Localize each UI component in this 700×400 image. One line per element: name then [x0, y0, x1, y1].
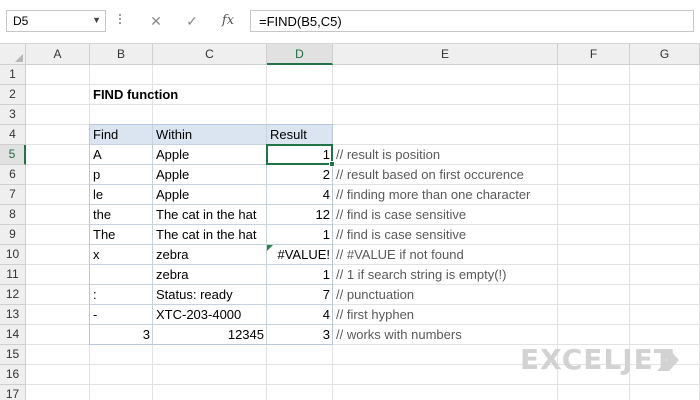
insert-function-icon[interactable]: fx — [216, 10, 240, 32]
cell-result[interactable]: 7 — [267, 285, 333, 305]
row-header-8[interactable]: 8 — [0, 205, 26, 225]
error-indicator-icon — [267, 245, 273, 251]
cell-within[interactable]: zebra — [153, 265, 267, 285]
row-header-3[interactable]: 3 — [0, 105, 26, 125]
chevron-down-icon[interactable]: ▼ — [92, 15, 101, 25]
exceljet-logo: EXCELJET — [520, 343, 674, 376]
cell-comment[interactable]: // find is case sensitive — [333, 225, 673, 245]
cell-within[interactable]: The cat in the hat — [153, 205, 267, 225]
cell-comment[interactable]: // 1 if search string is empty(!) — [333, 265, 673, 285]
cell-comment[interactable]: // works with numbers — [333, 325, 673, 345]
name-box[interactable]: D5 ▼ — [6, 10, 106, 32]
sheet-title: FIND function — [93, 87, 179, 102]
row-header-1[interactable]: 1 — [0, 65, 26, 85]
cancel-icon[interactable]: ✕ — [144, 10, 168, 32]
cell-comment[interactable]: // finding more than one character — [333, 185, 673, 205]
cell-within[interactable]: Apple — [153, 145, 267, 165]
drag-handle-icon[interactable] — [118, 12, 122, 30]
row-header-9[interactable]: 9 — [0, 225, 26, 245]
cell-within[interactable]: Apple — [153, 185, 267, 205]
cell-result[interactable]: 1 — [267, 145, 333, 165]
cell-result[interactable]: 4 — [267, 185, 333, 205]
row-header-12[interactable]: 12 — [0, 285, 26, 305]
cell-result[interactable]: 1 — [267, 265, 333, 285]
cell-result[interactable]: 3 — [267, 325, 333, 345]
cell-result[interactable]: 4 — [267, 305, 333, 325]
cell-comment[interactable]: // result is position — [333, 145, 673, 165]
cell-comment[interactable]: // result based on first occurence — [333, 165, 673, 185]
row-header-2[interactable]: 2 — [0, 85, 26, 105]
column-header-f[interactable]: F — [558, 44, 630, 65]
cell-within[interactable]: 12345 — [153, 325, 267, 345]
cell-find[interactable]: the — [90, 205, 153, 225]
select-all-button[interactable] — [0, 44, 26, 65]
formula-buttons: ✕ ✓ fx — [130, 10, 248, 32]
cell-find[interactable] — [90, 265, 153, 285]
cell-find[interactable]: A — [90, 145, 153, 165]
select-all-icon — [15, 54, 23, 62]
row-header-14[interactable]: 14 — [0, 325, 26, 345]
row-header-4[interactable]: 4 — [0, 125, 26, 145]
column-header-d[interactable]: D — [267, 44, 333, 65]
row-header-13[interactable]: 13 — [0, 305, 26, 325]
cell-result[interactable]: 2 — [267, 165, 333, 185]
table-header-result: Result — [270, 127, 307, 142]
column-header-a[interactable]: A — [26, 44, 90, 65]
formula-text: =FIND(B5,C5) — [259, 14, 342, 29]
column-header-g[interactable]: G — [630, 44, 700, 65]
column-header-c[interactable]: C — [153, 44, 267, 65]
row-header-16[interactable]: 16 — [0, 365, 26, 385]
cell-result[interactable]: #VALUE! — [267, 245, 333, 265]
column-header-b[interactable]: B — [90, 44, 153, 65]
cell-comment[interactable]: // punctuation — [333, 285, 673, 305]
row-header-5[interactable]: 5 — [0, 145, 26, 165]
gridline-row — [26, 384, 700, 385]
row-header-17[interactable]: 17 — [0, 385, 26, 400]
cell-within[interactable]: Status: ready — [153, 285, 267, 305]
row-header-6[interactable]: 6 — [0, 165, 26, 185]
cell-find[interactable]: x — [90, 245, 153, 265]
cell-within[interactable]: XTC-203-4000 — [153, 305, 267, 325]
cell-find[interactable]: The — [90, 225, 153, 245]
row-header-7[interactable]: 7 — [0, 185, 26, 205]
fill-handle[interactable] — [329, 161, 335, 167]
cell-result[interactable]: 1 — [267, 225, 333, 245]
name-box-value: D5 — [13, 14, 29, 28]
column-header-e[interactable]: E — [333, 44, 558, 65]
cell-find[interactable]: p — [90, 165, 153, 185]
formula-bar: D5 ▼ ✕ ✓ fx =FIND(B5,C5) — [0, 0, 700, 44]
row-header-10[interactable]: 10 — [0, 245, 26, 265]
cell-within[interactable]: zebra — [153, 245, 267, 265]
cell-within[interactable]: Apple — [153, 165, 267, 185]
cell-comment[interactable]: // #VALUE if not found — [333, 245, 673, 265]
cell-find[interactable]: le — [90, 185, 153, 205]
cell-comment[interactable]: // first hyphen — [333, 305, 673, 325]
table-header-find: Find — [93, 127, 119, 142]
table-header-within: Within — [156, 127, 193, 142]
formula-input[interactable]: =FIND(B5,C5) — [250, 10, 694, 32]
cell-result[interactable]: 12 — [267, 205, 333, 225]
cell-find[interactable]: : — [90, 285, 153, 305]
cell-comment[interactable]: // find is case sensitive — [333, 205, 673, 225]
row-header-11[interactable]: 11 — [0, 265, 26, 285]
cell-find[interactable]: - — [90, 305, 153, 325]
cell-within[interactable]: The cat in the hat — [153, 225, 267, 245]
enter-icon[interactable]: ✓ — [180, 10, 204, 32]
cell-find[interactable]: 3 — [90, 325, 153, 345]
row-header-15[interactable]: 15 — [0, 345, 26, 365]
